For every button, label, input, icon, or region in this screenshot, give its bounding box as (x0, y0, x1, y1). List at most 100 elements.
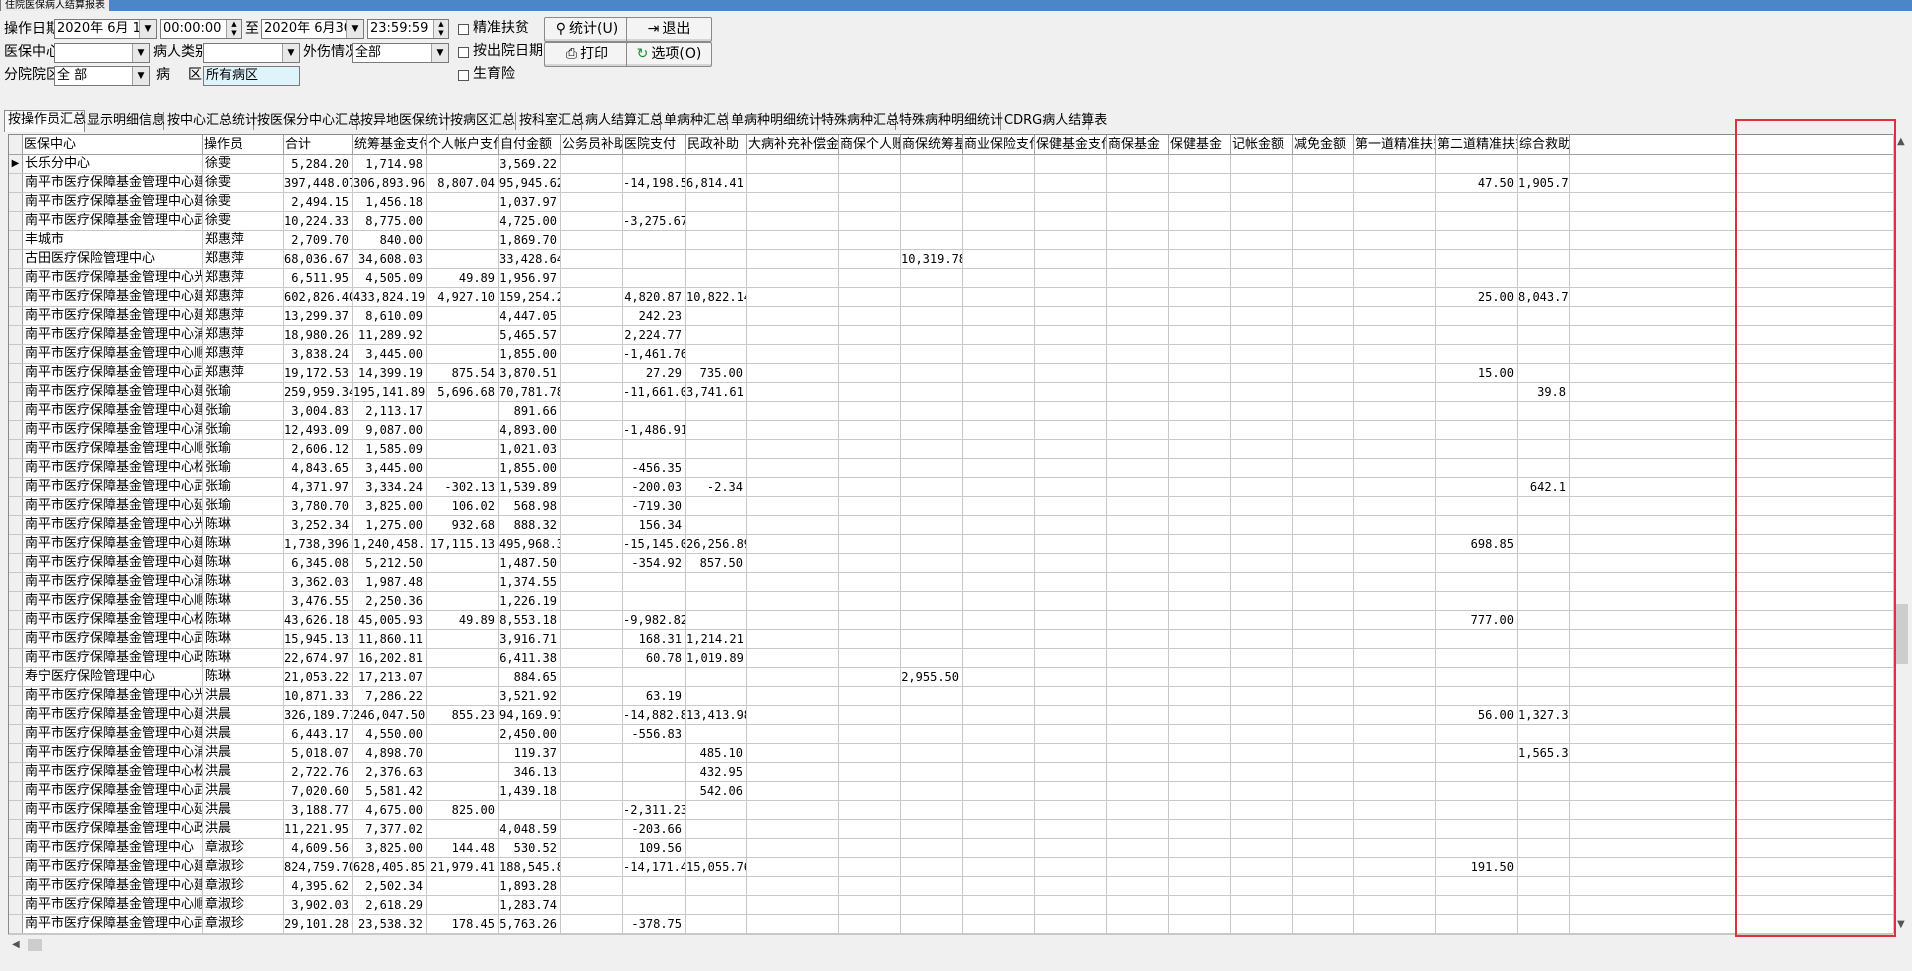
table-cell[interactable]: -3,275.67 (623, 212, 686, 230)
table-cell[interactable] (1518, 649, 1570, 667)
table-cell[interactable]: 南平市医疗保障基金管理中心建阳管 (23, 288, 203, 306)
column-header[interactable]: 商业保险支付 (963, 135, 1035, 154)
column-header[interactable]: 医院支付 (623, 135, 686, 154)
row-indicator[interactable] (9, 421, 23, 439)
table-cell[interactable] (901, 858, 963, 876)
table-cell[interactable]: 章淑珍 (203, 858, 284, 876)
table-cell[interactable]: 26,256.89 (686, 535, 747, 553)
table-cell[interactable] (1231, 193, 1293, 211)
table-cell[interactable] (1169, 706, 1231, 724)
table-cell[interactable] (1107, 535, 1169, 553)
table-cell[interactable]: 1,869.70 (499, 231, 561, 249)
table-cell[interactable] (561, 383, 623, 401)
table-cell[interactable] (901, 839, 963, 857)
table-cell[interactable] (839, 706, 901, 724)
table-cell[interactable] (1436, 649, 1518, 667)
table-cell[interactable]: 60.78 (623, 649, 686, 667)
table-cell[interactable]: 南平市医疗保障基金管理中心建瓯管 (23, 193, 203, 211)
table-cell[interactable] (1035, 364, 1107, 382)
table-cell[interactable] (839, 554, 901, 572)
table-cell[interactable] (1035, 383, 1107, 401)
table-cell[interactable] (561, 573, 623, 591)
table-cell[interactable] (1518, 535, 1570, 553)
table-cell[interactable]: 南平市医疗保障基金管理中心建阳管 (23, 858, 203, 876)
table-cell[interactable] (561, 440, 623, 458)
table-cell[interactable] (1035, 288, 1107, 306)
table-cell[interactable] (839, 212, 901, 230)
table-cell[interactable] (839, 326, 901, 344)
table-cell[interactable] (1293, 915, 1354, 933)
table-cell[interactable] (1231, 839, 1293, 857)
table-row[interactable]: 南平市医疗保障基金管理中心建阳管陈琳1,738,396.551,240,458.… (9, 535, 1894, 554)
table-cell[interactable] (1436, 687, 1518, 705)
table-cell[interactable] (747, 250, 839, 268)
table-cell[interactable]: 南平市医疗保障基金管理中心顺昌管 (23, 896, 203, 914)
table-cell[interactable]: 洪晨 (203, 801, 284, 819)
ward-input[interactable]: 所有病区 (203, 66, 300, 86)
table-cell[interactable]: 南平市医疗保障基金管理中心武夷山 (23, 782, 203, 800)
table-cell[interactable] (901, 611, 963, 629)
table-cell[interactable] (839, 383, 901, 401)
table-cell[interactable] (1107, 307, 1169, 325)
table-cell[interactable] (1354, 896, 1436, 914)
table-cell[interactable] (1436, 326, 1518, 344)
table-cell[interactable]: 3,476.55 (284, 592, 353, 610)
table-cell[interactable]: 43,626.18 (284, 611, 353, 629)
table-cell[interactable] (1293, 212, 1354, 230)
table-cell[interactable] (839, 649, 901, 667)
table-cell[interactable]: 178.45 (427, 915, 499, 933)
table-cell[interactable]: 2,606.12 (284, 440, 353, 458)
table-cell[interactable]: 1,855.00 (499, 459, 561, 477)
table-cell[interactable] (1354, 174, 1436, 192)
table-cell[interactable] (1354, 345, 1436, 363)
table-row[interactable]: 南平市医疗保障基金管理中心顺昌管陈琳3,476.552,250.36 1,226.… (9, 592, 1894, 611)
tab-7[interactable]: 病人结算汇总 (582, 112, 663, 130)
table-cell[interactable]: 242.23 (623, 307, 686, 325)
table-cell[interactable] (839, 592, 901, 610)
table-cell[interactable]: 191.50 (1436, 858, 1518, 876)
table-cell[interactable] (839, 459, 901, 477)
table-cell[interactable] (561, 839, 623, 857)
table-cell[interactable]: -15,145.05 (623, 535, 686, 553)
table-cell[interactable]: 南平市医疗保障基金管理中心武夷山 (23, 630, 203, 648)
tab-5[interactable]: 按病区汇总 (447, 112, 516, 130)
table-cell[interactable] (1518, 459, 1570, 477)
table-cell[interactable] (561, 364, 623, 382)
table-cell[interactable] (561, 858, 623, 876)
column-header[interactable]: 公务员补助 (561, 135, 623, 154)
table-cell[interactable] (1035, 554, 1107, 572)
table-cell[interactable] (1354, 915, 1436, 933)
table-cell[interactable] (1293, 706, 1354, 724)
table-cell[interactable] (1107, 820, 1169, 838)
table-cell[interactable] (901, 649, 963, 667)
table-cell[interactable] (1518, 573, 1570, 591)
table-cell[interactable]: 21,053.22 (284, 668, 353, 686)
table-cell[interactable]: -9,982.82 (623, 611, 686, 629)
table-cell[interactable] (1354, 383, 1436, 401)
table-cell[interactable] (1436, 554, 1518, 572)
table-cell[interactable] (1035, 706, 1107, 724)
table-cell[interactable]: 4,898.70 (353, 744, 427, 762)
table-cell[interactable]: 495,968.38 (499, 535, 561, 553)
row-indicator[interactable] (9, 402, 23, 420)
chevron-down-icon[interactable]: ▼ (132, 44, 149, 62)
table-cell[interactable] (1293, 326, 1354, 344)
table-cell[interactable] (499, 801, 561, 819)
table-cell[interactable] (901, 288, 963, 306)
table-cell[interactable]: 4,609.56 (284, 839, 353, 857)
table-row[interactable]: 南平市医疗保障基金管理中心光泽管陈琳3,252.341,275.00932.68… (9, 516, 1894, 535)
table-cell[interactable] (963, 497, 1035, 515)
tab-10[interactable]: 特殊病种汇总 (818, 112, 899, 130)
table-cell[interactable]: -354.92 (623, 554, 686, 572)
table-cell[interactable] (747, 763, 839, 781)
table-cell[interactable]: 2,955.50 (901, 668, 963, 686)
table-cell[interactable]: 628,405.85 (353, 858, 427, 876)
table-cell[interactable]: 5,696.68 (427, 383, 499, 401)
table-cell[interactable] (1436, 915, 1518, 933)
table-cell[interactable]: 3,870.51 (499, 364, 561, 382)
table-row[interactable]: 南平市医疗保障基金管理中心顺昌管张瑜2,606.121,585.09 1,021.… (9, 440, 1894, 459)
table-row[interactable]: 南平市医疗保障基金管理中心建阳管洪晨326,189.77246,047.5085… (9, 706, 1894, 725)
table-cell[interactable]: 23,538.32 (353, 915, 427, 933)
table-cell[interactable]: 12,493.09 (284, 421, 353, 439)
table-cell[interactable]: 南平市医疗保障基金管理中心建瓯管 (23, 554, 203, 572)
